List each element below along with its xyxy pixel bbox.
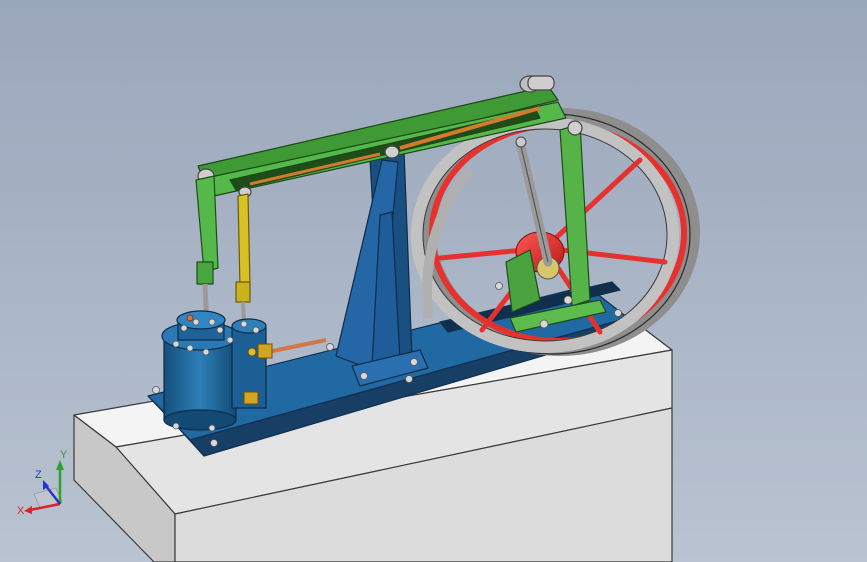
bolt <box>192 318 200 326</box>
oiler <box>186 314 194 322</box>
beam-end-shaft <box>527 75 555 91</box>
bolt <box>360 372 368 380</box>
beam-pivot-pin <box>384 145 400 159</box>
bolt <box>326 343 334 351</box>
bolt <box>152 386 160 394</box>
bolt <box>172 422 180 430</box>
triad-z-label: Z <box>35 469 42 481</box>
beam-engine-model[interactable] <box>0 0 867 562</box>
bolt <box>186 344 194 352</box>
bolt <box>410 358 418 366</box>
bolt <box>614 309 622 317</box>
bolt <box>202 348 210 356</box>
bolt <box>210 439 218 447</box>
triad-y-label: Y <box>60 449 68 461</box>
bolt <box>539 319 549 329</box>
bolt <box>208 318 216 326</box>
bolt <box>405 375 413 383</box>
steam-inlet-fitting <box>257 343 273 359</box>
triad-y-arrow <box>56 460 64 470</box>
bolt <box>563 295 573 305</box>
bolt <box>216 326 224 334</box>
bolt <box>180 324 188 332</box>
beam-end-pin <box>567 120 583 136</box>
bolt <box>495 282 503 290</box>
bolt <box>226 336 234 344</box>
bolt <box>252 326 260 334</box>
view-orientation-triad[interactable]: Y X Z <box>16 446 80 518</box>
bolt <box>208 424 216 432</box>
bolt <box>172 340 180 348</box>
drain-fitting <box>243 391 259 405</box>
valve-nut <box>247 347 257 357</box>
model-viewport[interactable]: Y X Z <box>0 0 867 562</box>
bolt <box>240 320 248 328</box>
triad-x-label: X <box>17 505 25 517</box>
triad-x-arrow <box>24 506 32 514</box>
